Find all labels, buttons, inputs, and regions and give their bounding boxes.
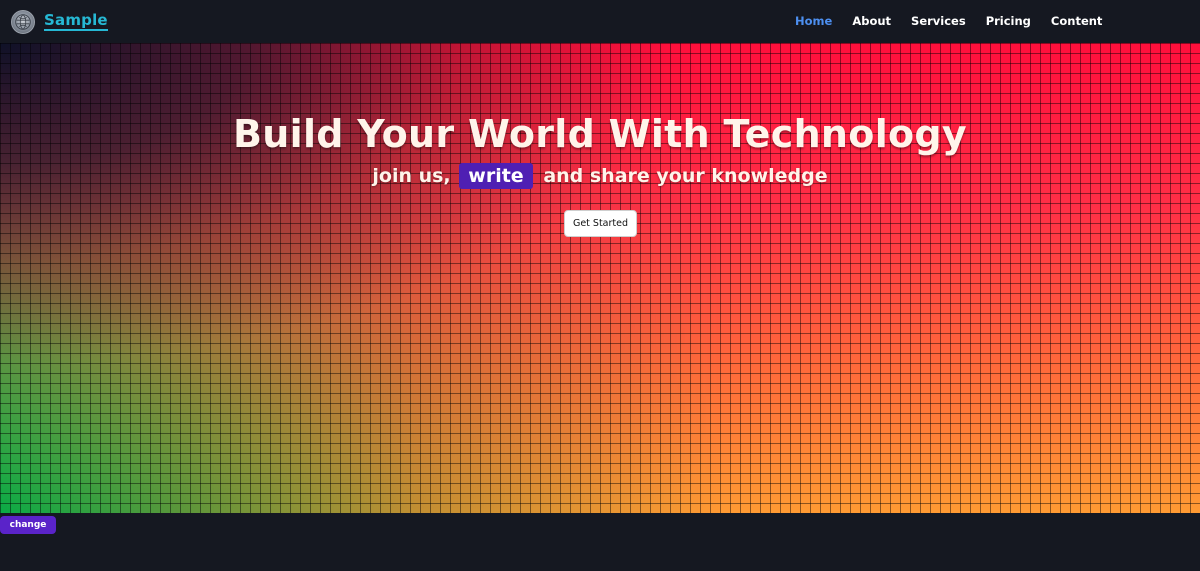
- hero-content: Build Your World With Technology join us…: [0, 43, 1200, 513]
- nav-menu: Home About Services Pricing Content: [795, 0, 1122, 43]
- hero-subtitle-after: and share your knowledge: [543, 165, 828, 187]
- nav-link-home[interactable]: Home: [795, 0, 832, 43]
- nav-link-pricing[interactable]: Pricing: [986, 0, 1031, 43]
- hero-subtitle-highlight: write: [459, 163, 533, 189]
- navbar: Sample Home About Services Pricing Conte…: [0, 0, 1200, 43]
- change-button[interactable]: change: [0, 516, 56, 534]
- nav-link-services[interactable]: Services: [911, 0, 966, 43]
- hero-title: Build Your World With Technology: [233, 112, 967, 156]
- brain-globe-icon-svg: [15, 14, 31, 30]
- hero-section: Build Your World With Technology join us…: [0, 43, 1200, 513]
- bottom-area: change: [0, 513, 1200, 571]
- nav-link-about[interactable]: About: [852, 0, 891, 43]
- brain-globe-icon[interactable]: [11, 10, 35, 34]
- hero-subtitle-before: join us,: [372, 165, 451, 187]
- get-started-button[interactable]: Get Started: [564, 210, 637, 237]
- nav-link-content[interactable]: Content: [1051, 0, 1103, 43]
- brand-name[interactable]: Sample: [44, 11, 108, 31]
- hero-subtitle: join us, write and share your knowledge: [0, 162, 1200, 190]
